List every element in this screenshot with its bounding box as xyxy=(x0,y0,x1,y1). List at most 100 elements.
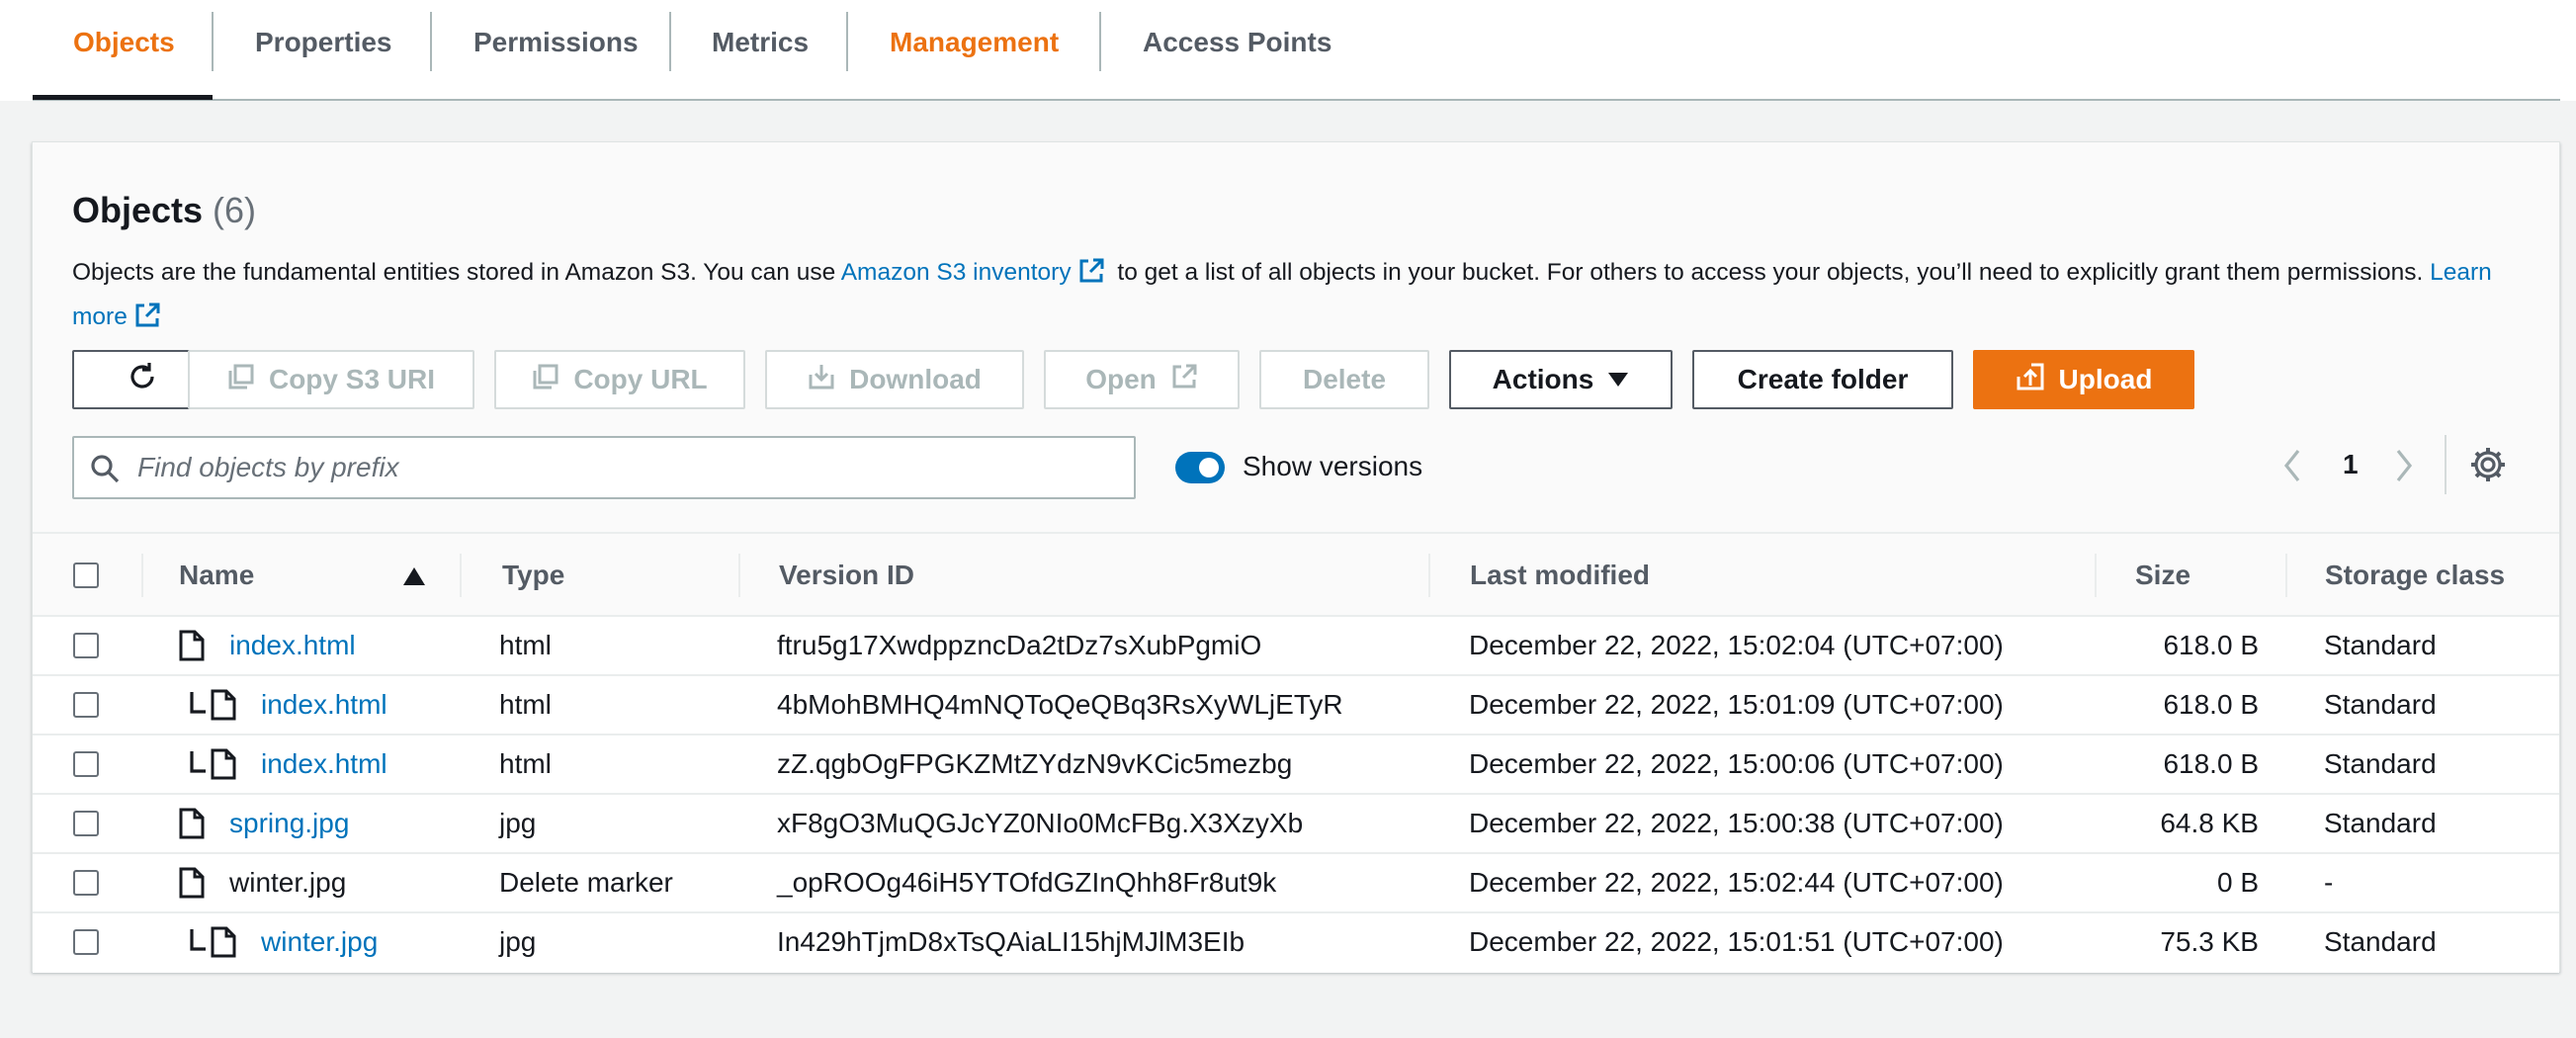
object-size: 618.0 B xyxy=(2163,748,2259,779)
row-checkbox[interactable] xyxy=(73,929,99,955)
object-name-link[interactable]: spring.jpg xyxy=(229,795,349,852)
tab-access-points[interactable]: Access Points xyxy=(1143,0,1331,84)
actions-label: Actions xyxy=(1492,364,1594,394)
storage-class: Standard xyxy=(2324,926,2437,957)
object-size: 64.8 KB xyxy=(2160,808,2259,838)
previous-page-icon[interactable] xyxy=(2278,446,2308,490)
storage-class: Standard xyxy=(2324,630,2437,660)
row-checkbox[interactable] xyxy=(73,811,99,836)
open-button[interactable]: Open xyxy=(1044,350,1240,409)
version-branch-icon xyxy=(189,927,207,958)
column-header-size[interactable]: Size xyxy=(2135,534,2190,617)
version-id: xF8gO3MuQGJcYZ0NIo0McFBg.X3XzyXb xyxy=(777,808,1304,838)
column-header-storage-class[interactable]: Storage class xyxy=(2325,534,2505,617)
upload-label: Upload xyxy=(2058,364,2153,394)
object-type: html xyxy=(499,630,552,660)
object-size: 75.3 KB xyxy=(2160,926,2259,957)
table-row[interactable]: index.html html zZ.qgbOgFPGKZMtZYdzN9vKC… xyxy=(33,735,2559,795)
object-count: (6) xyxy=(213,190,257,230)
table-row[interactable]: winter.jpg jpg In429hTjmD8xTsQAiaLI15hjM… xyxy=(33,913,2559,973)
next-page-icon[interactable] xyxy=(2388,446,2418,490)
table-row[interactable]: spring.jpg jpg xF8gO3MuQGJcYZ0NIo0McFBg.… xyxy=(33,795,2559,854)
object-name-link[interactable]: index.html xyxy=(229,617,356,674)
copy-s3-uri-button[interactable]: Copy S3 URI xyxy=(188,350,474,409)
delete-label: Delete xyxy=(1302,364,1387,394)
object-size: 0 B xyxy=(2216,867,2259,898)
column-header-last-modified[interactable]: Last modified xyxy=(1470,534,1650,617)
pager-divider xyxy=(2445,435,2447,494)
upload-button[interactable]: Upload xyxy=(1973,350,2194,409)
version-id: ftru5g17XwdppzncDa2tDz7sXubPgmiO xyxy=(777,630,1262,660)
object-name: winter.jpg xyxy=(229,867,347,898)
object-type: jpg xyxy=(499,926,537,957)
objects-panel: Objects (6) Objects are the fundamental e… xyxy=(32,141,2560,973)
show-versions-toggle[interactable] xyxy=(1175,452,1225,483)
tab-permissions[interactable]: Permissions xyxy=(473,0,639,84)
version-id: zZ.qgbOgFPGKZMtZYdzN9vKCic5mezbg xyxy=(777,748,1293,779)
external-link-icon xyxy=(133,302,161,342)
object-name-link[interactable]: index.html xyxy=(261,676,387,734)
search-input[interactable] xyxy=(137,446,1116,489)
copy-url-button[interactable]: Copy URL xyxy=(494,350,745,409)
row-checkbox[interactable] xyxy=(73,692,99,718)
copy-icon xyxy=(532,363,559,397)
object-name-link[interactable]: winter.jpg xyxy=(261,913,378,971)
column-header-version-id[interactable]: Version ID xyxy=(779,534,914,617)
last-modified: December 22, 2022, 15:02:04 (UTC+07:00) xyxy=(1469,630,2004,660)
column-divider xyxy=(141,554,143,597)
storage-class: Standard xyxy=(2324,689,2437,720)
tab-management[interactable]: Management xyxy=(890,0,1059,84)
sort-ascending-icon[interactable] xyxy=(402,566,426,591)
table-row[interactable]: winter.jpg Delete marker _opROOg46iH5YTO… xyxy=(33,854,2559,913)
column-header-type[interactable]: Type xyxy=(502,534,564,617)
tab-properties[interactable]: Properties xyxy=(255,0,392,84)
object-size: 618.0 B xyxy=(2163,630,2259,660)
tab-metrics[interactable]: Metrics xyxy=(712,0,809,84)
row-checkbox[interactable] xyxy=(73,751,99,777)
delete-button[interactable]: Delete xyxy=(1259,350,1429,409)
inventory-link[interactable]: Amazon S3 inventory xyxy=(841,259,1072,286)
last-modified: December 22, 2022, 15:00:06 (UTC+07:00) xyxy=(1469,748,2004,779)
row-checkbox[interactable] xyxy=(73,870,99,896)
current-page-number[interactable]: 1 xyxy=(2343,449,2359,480)
version-id: In429hTjmD8xTsQAiaLI15hjMJlM3EIb xyxy=(777,926,1245,957)
download-icon xyxy=(808,363,835,397)
object-type: Delete marker xyxy=(499,867,673,898)
column-divider xyxy=(2095,554,2097,597)
last-modified: December 22, 2022, 15:00:38 (UTC+07:00) xyxy=(1469,808,2004,838)
tab-divider xyxy=(846,12,848,71)
file-icon xyxy=(179,630,205,666)
object-type: jpg xyxy=(499,808,537,838)
select-all-checkbox[interactable] xyxy=(73,562,99,588)
external-link-icon xyxy=(1170,363,1198,397)
version-id: 4bMohBMHQ4mNQToQeQBq3RsXyWLjETyR xyxy=(777,689,1343,720)
table-row[interactable]: index.html html 4bMohBMHQ4mNQToQeQBq3RsX… xyxy=(33,676,2559,735)
version-id: _opROOg46iH5YTOfdGZInQhh8Fr8ut9k xyxy=(777,867,1277,898)
tab-bar: Objects Properties Permissions Metrics M… xyxy=(0,0,2576,101)
storage-class: - xyxy=(2324,867,2334,898)
copy-url-label: Copy URL xyxy=(573,364,708,394)
copy-icon xyxy=(227,363,255,397)
gear-icon[interactable] xyxy=(2468,445,2508,489)
row-checkbox[interactable] xyxy=(73,633,99,658)
panel-title: Objects (6) xyxy=(72,190,256,231)
object-name-link[interactable]: index.html xyxy=(261,735,387,793)
tab-divider xyxy=(212,12,214,71)
description-text-2: to get a list of all objects in your buc… xyxy=(1110,259,2431,286)
upload-icon xyxy=(2016,362,2045,398)
create-folder-button[interactable]: Create folder xyxy=(1692,350,1953,409)
column-divider xyxy=(738,554,740,597)
file-icon xyxy=(179,808,205,844)
file-icon xyxy=(211,926,236,963)
tab-objects[interactable]: Objects xyxy=(73,0,175,84)
download-button[interactable]: Download xyxy=(765,350,1024,409)
version-branch-icon xyxy=(189,749,207,780)
actions-dropdown[interactable]: Actions xyxy=(1449,350,1673,409)
copy-s3-uri-label: Copy S3 URI xyxy=(268,364,436,394)
column-header-name[interactable]: Name xyxy=(179,534,254,617)
show-versions-label: Show versions xyxy=(1243,451,1423,481)
file-icon xyxy=(211,689,236,726)
storage-class: Standard xyxy=(2324,808,2437,838)
search-box[interactable] xyxy=(72,436,1136,499)
table-row[interactable]: index.html html ftru5g17XwdppzncDa2tDz7s… xyxy=(33,617,2559,676)
